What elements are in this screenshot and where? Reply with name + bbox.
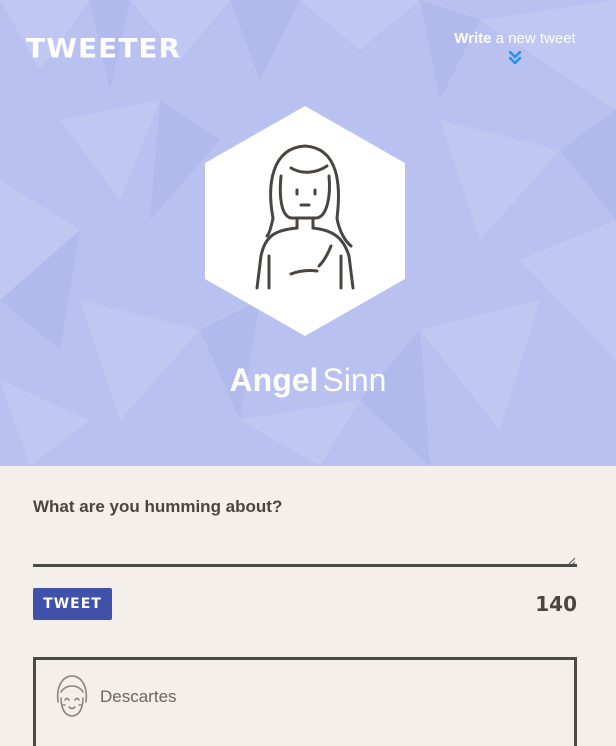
write-link-bold: Write: [454, 30, 492, 47]
write-tweet-link[interactable]: Write a new tweet: [445, 30, 585, 65]
double-chevron-down-icon: [508, 51, 522, 65]
profile-name: Angel Sinn: [0, 362, 616, 399]
tweet-author-name[interactable]: Descartes: [100, 687, 177, 707]
compose-actions: TWEET 140: [33, 588, 577, 620]
tweet-button[interactable]: TWEET: [33, 588, 112, 620]
tweet-card: Descartes: [33, 657, 577, 746]
profile-header: TWEETER Write a new tweet Angel Sinn: [0, 0, 616, 466]
profile-avatar: [205, 106, 405, 336]
tweet-textarea[interactable]: [33, 529, 577, 567]
girl-avatar-icon: [56, 675, 88, 717]
resize-handle-icon[interactable]: [566, 556, 576, 566]
profile-first-name: Angel: [229, 362, 319, 398]
compose-label: What are you humming about?: [33, 497, 283, 516]
brand-logo[interactable]: TWEETER: [26, 33, 181, 64]
profile-last-name: Sinn: [322, 362, 387, 398]
character-counter: 140: [535, 592, 577, 616]
compose-form: What are you humming about? TWEET 140: [33, 466, 577, 620]
write-link-text: a new tweet: [495, 30, 576, 47]
